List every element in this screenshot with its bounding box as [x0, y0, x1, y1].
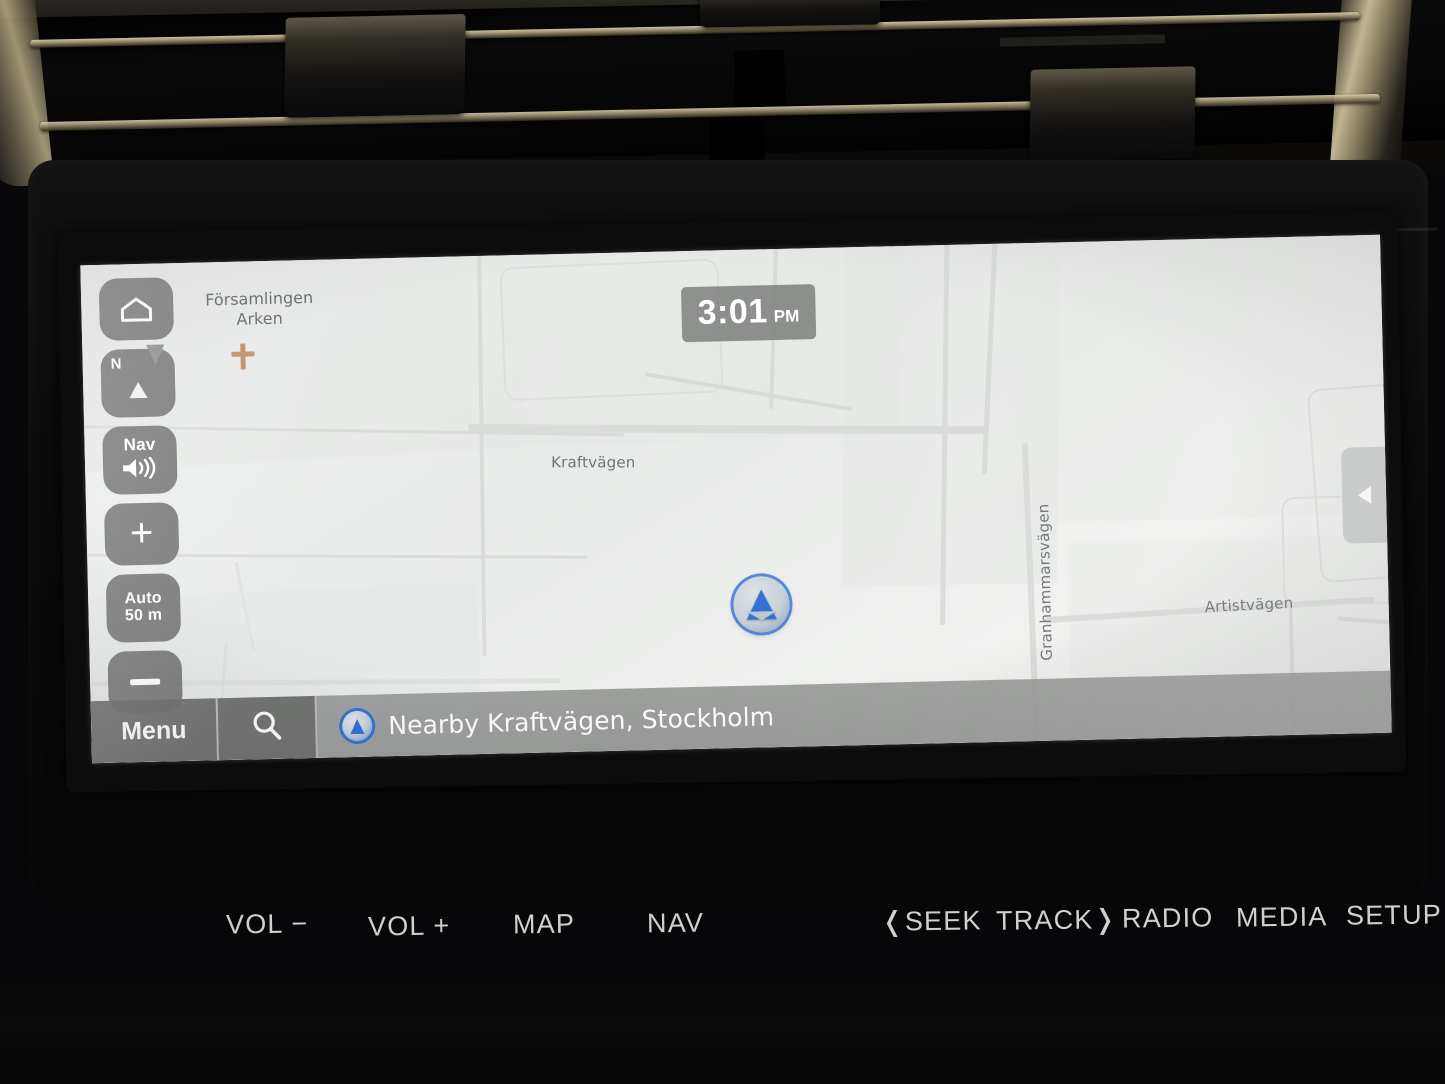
clock-time: 3:01: [697, 292, 769, 332]
clock-period: PM: [773, 306, 800, 327]
church-cross-icon: [240, 343, 246, 370]
nav-button[interactable]: NAV: [647, 908, 705, 940]
vehicle-position-marker: [732, 575, 791, 634]
side-panel-expand-tab[interactable]: [1340, 446, 1388, 544]
infotainment-screen[interactable]: Församlingen Arken Kraftvägen Granhammar…: [80, 234, 1392, 764]
speaker-icon: [121, 456, 160, 485]
map-canvas[interactable]: Församlingen Arken Kraftvägen Granhammar…: [80, 234, 1392, 764]
search-button[interactable]: [217, 695, 318, 761]
menu-button[interactable]: Menu: [90, 698, 220, 764]
volume-down-button[interactable]: VOL −: [226, 908, 309, 940]
street-label-granhammarsvagen: Granhammarsvägen: [1034, 503, 1056, 661]
map-scale-button[interactable]: Auto 50 m: [105, 573, 182, 643]
plus-icon: +: [129, 510, 154, 555]
dashboard-top-trim: [0, 0, 1445, 202]
seek-button[interactable]: ❬SEEK: [881, 905, 982, 937]
poi-label-line2: Arken: [236, 308, 283, 329]
clock-widget: 3:01 PM: [680, 284, 816, 343]
destination-text: Nearby Kraftvägen, Stockholm: [387, 701, 775, 740]
center-console-lower: [0, 975, 1445, 1084]
media-button[interactable]: MEDIA: [1236, 901, 1328, 933]
track-button[interactable]: TRACK❭: [996, 904, 1118, 937]
poi-label: Församlingen Arken: [169, 287, 350, 331]
vent-adjuster-tab[interactable]: [699, 0, 881, 28]
hardware-key-row: VOL − VOL + MAP NAV ❬SEEK TRACK❭ RADIO M…: [0, 880, 1445, 960]
radio-button[interactable]: RADIO: [1122, 902, 1214, 934]
vent-adjuster-tab[interactable]: [1029, 66, 1196, 162]
map-control-rail: N Nav + Auto 50 m: [98, 277, 183, 714]
navigation-arrow-icon: [341, 710, 373, 742]
poi-label-line1: Församlingen: [204, 287, 314, 310]
home-icon: [119, 296, 154, 323]
volume-up-button[interactable]: VOL +: [368, 910, 451, 942]
zoom-in-button[interactable]: +: [103, 502, 180, 566]
compass-button[interactable]: N: [100, 344, 176, 418]
compass-north-label: N: [110, 355, 122, 373]
chevron-left-icon: [1357, 486, 1371, 505]
street-label-kraftvagen: Kraftvägen: [551, 453, 636, 472]
vent-adjuster-tab[interactable]: [284, 14, 466, 118]
map-button[interactable]: MAP: [513, 909, 576, 941]
minus-icon: [130, 678, 161, 686]
home-button[interactable]: [98, 277, 175, 341]
navigation-arrow-icon: [746, 589, 777, 620]
map-scale-value-label: 50 m: [124, 606, 163, 625]
nav-voice-label: Nav: [123, 434, 156, 455]
dashboard-scene: Församlingen Arken Kraftvägen Granhammar…: [0, 0, 1445, 1084]
nav-voice-button[interactable]: Nav: [102, 425, 178, 495]
setup-button[interactable]: SETUP: [1346, 899, 1442, 931]
search-icon: [249, 708, 284, 748]
